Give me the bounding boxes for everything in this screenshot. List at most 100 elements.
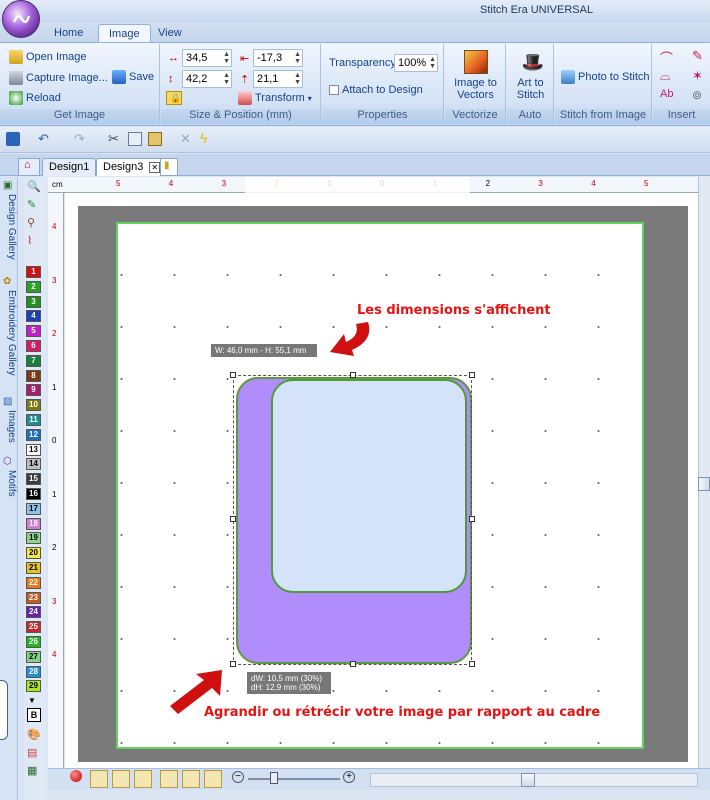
color-swatch[interactable]: 26	[26, 636, 41, 648]
undo-icon[interactable]: ↶	[38, 131, 49, 147]
art-to-stitch-button[interactable]: 🎩 Art to Stitch	[509, 50, 552, 101]
color-swatch[interactable]: 23	[26, 591, 41, 604]
color-swatch[interactable]: 11	[26, 414, 41, 426]
doc-tab-design3[interactable]: Design3 ✕	[96, 158, 168, 176]
color-swatch[interactable]: 7	[26, 354, 41, 367]
resize-handle-top[interactable]	[350, 372, 356, 378]
spin-arrows-icon[interactable]: ▲ ▼	[429, 56, 436, 70]
checkbox-box[interactable]	[329, 85, 339, 95]
save-icon[interactable]	[6, 132, 20, 146]
delete-icon[interactable]: ✕	[180, 131, 191, 147]
open-image-button[interactable]: Open Image	[9, 50, 87, 64]
transparency-input[interactable]: 100% ▲ ▼	[394, 54, 438, 72]
resize-handle-left[interactable]	[230, 516, 236, 522]
attach-to-design-checkbox[interactable]: Attach to Design	[329, 84, 423, 96]
cut-icon[interactable]: ✂	[108, 131, 119, 147]
color-swatch[interactable]: 25	[26, 621, 41, 634]
application-menu-orb[interactable]	[2, 0, 40, 38]
resize-handle-top-left[interactable]	[230, 372, 236, 378]
color-swatch[interactable]: 8	[26, 369, 41, 382]
zoom-slider-track[interactable]	[248, 778, 340, 780]
zoom-slider-thumb[interactable]	[270, 772, 278, 784]
color-swatch[interactable]: 10	[26, 399, 41, 412]
stitch-view-icon[interactable]	[90, 770, 108, 788]
color-swatch[interactable]: 5	[26, 325, 41, 338]
new-tab-button[interactable]: ▮	[160, 158, 178, 176]
resize-handle-bottom[interactable]	[350, 661, 356, 667]
curve-tool-icon[interactable]: ⌒	[660, 48, 673, 67]
height-input[interactable]: 42,2 ▲ ▼	[182, 70, 232, 88]
color-swatch[interactable]: 17	[26, 502, 41, 515]
realistic-view-icon[interactable]	[204, 770, 222, 788]
zoom-in-icon[interactable]: +	[343, 771, 355, 783]
color-swatch[interactable]: 20	[26, 547, 41, 560]
star-tool-icon[interactable]: ✶	[692, 68, 703, 84]
edit-tool-icon[interactable]: ✎	[27, 198, 36, 211]
spin-arrows-icon[interactable]: ▲ ▼	[223, 51, 230, 65]
doc-tab-design1[interactable]: Design1	[42, 158, 97, 176]
eyedropper-icon[interactable]: ⌇	[27, 234, 32, 247]
redo-icon[interactable]: ↷	[74, 131, 85, 147]
shape-tool-icon[interactable]: ✎	[692, 48, 703, 64]
tab-image[interactable]: Image	[98, 24, 151, 44]
color-swatch[interactable]: 18	[26, 517, 41, 530]
photo-to-stitch-button[interactable]: Photo to Stitch	[561, 70, 650, 84]
color-swatch[interactable]: 12	[26, 428, 41, 441]
selection-box[interactable]	[233, 375, 472, 665]
horizontal-scroll-thumb[interactable]	[521, 773, 535, 787]
tab-motifs[interactable]: Motifs	[1, 470, 17, 497]
stitch-density-icon[interactable]	[112, 770, 130, 788]
thread-chart-icon[interactable]: ▦	[27, 764, 37, 777]
background-color-button[interactable]: B	[27, 708, 41, 722]
color-swatch[interactable]: 9	[26, 384, 41, 397]
copy-icon[interactable]	[128, 132, 142, 146]
spin-arrows-icon[interactable]: ▲ ▼	[223, 72, 230, 86]
color-swatch[interactable]: 6	[26, 340, 41, 352]
filter-icon[interactable]	[160, 770, 178, 788]
zoom-out-icon[interactable]: −	[232, 771, 244, 783]
lock-aspect-button[interactable]: 🔒	[166, 91, 182, 105]
tab-embroidery-gallery[interactable]: Embroidery Gallery	[1, 290, 17, 376]
tab-view[interactable]: View	[148, 24, 192, 43]
spin-arrows-icon[interactable]: ▲ ▼	[294, 72, 301, 86]
resize-handle-right[interactable]	[469, 516, 475, 522]
save-button[interactable]: Save	[112, 70, 154, 84]
width-input[interactable]: 34,5 ▲ ▼	[182, 49, 232, 67]
reload-button[interactable]: Reload	[9, 91, 61, 105]
resize-handle-top-right[interactable]	[469, 372, 475, 378]
polygon-tool-icon[interactable]: ⌓	[660, 68, 670, 84]
x-position-input[interactable]: -17,3 ▲ ▼	[253, 49, 303, 67]
color-book-icon[interactable]: ▤	[27, 746, 37, 759]
color-swatch[interactable]: 29	[26, 680, 41, 693]
text-tool-icon[interactable]: Ab	[660, 88, 673, 100]
vertical-scroll-thumb[interactable]	[698, 477, 710, 491]
color-swatch[interactable]: 15	[26, 473, 41, 486]
color-swatch[interactable]: 4	[26, 310, 41, 323]
spin-arrows-icon[interactable]: ▲ ▼	[294, 51, 301, 65]
record-icon[interactable]	[70, 770, 82, 782]
image-to-vectors-button[interactable]: Image to Vectors	[448, 50, 503, 101]
paste-icon[interactable]	[148, 132, 162, 146]
lightning-icon[interactable]: ϟ	[200, 130, 207, 146]
color-swatch[interactable]: 21	[26, 562, 41, 574]
color-swatch[interactable]: 1	[26, 266, 41, 278]
needle-tool-icon[interactable]: ⚲	[27, 216, 35, 229]
home-tab[interactable]: ⌂	[18, 158, 40, 176]
resize-handle-bottom-right[interactable]	[469, 661, 475, 667]
zoom-fit-icon[interactable]	[182, 770, 200, 788]
collapsed-panel-handle[interactable]	[0, 680, 8, 740]
transform-dropdown[interactable]: Transform ▾	[238, 91, 312, 105]
color-swatch[interactable]: 19	[26, 532, 41, 545]
tab-home[interactable]: Home	[44, 24, 93, 43]
capture-image-button[interactable]: Capture Image...	[9, 71, 108, 85]
color-swatch[interactable]: 28	[26, 665, 41, 678]
color-swatch[interactable]: 22	[26, 576, 41, 589]
y-position-input[interactable]: 21,1 ▲ ▼	[253, 70, 303, 88]
vertical-scrollbar[interactable]	[698, 177, 710, 768]
globe-tool-icon[interactable]: ⊚	[692, 88, 702, 102]
zoom-tool-icon[interactable]: 🔍	[27, 180, 41, 193]
color-swatch[interactable]: 16	[26, 488, 41, 500]
frame-view-icon[interactable]	[134, 770, 152, 788]
color-swatch[interactable]: 3	[26, 295, 41, 308]
color-swatch[interactable]: 24	[26, 606, 41, 619]
